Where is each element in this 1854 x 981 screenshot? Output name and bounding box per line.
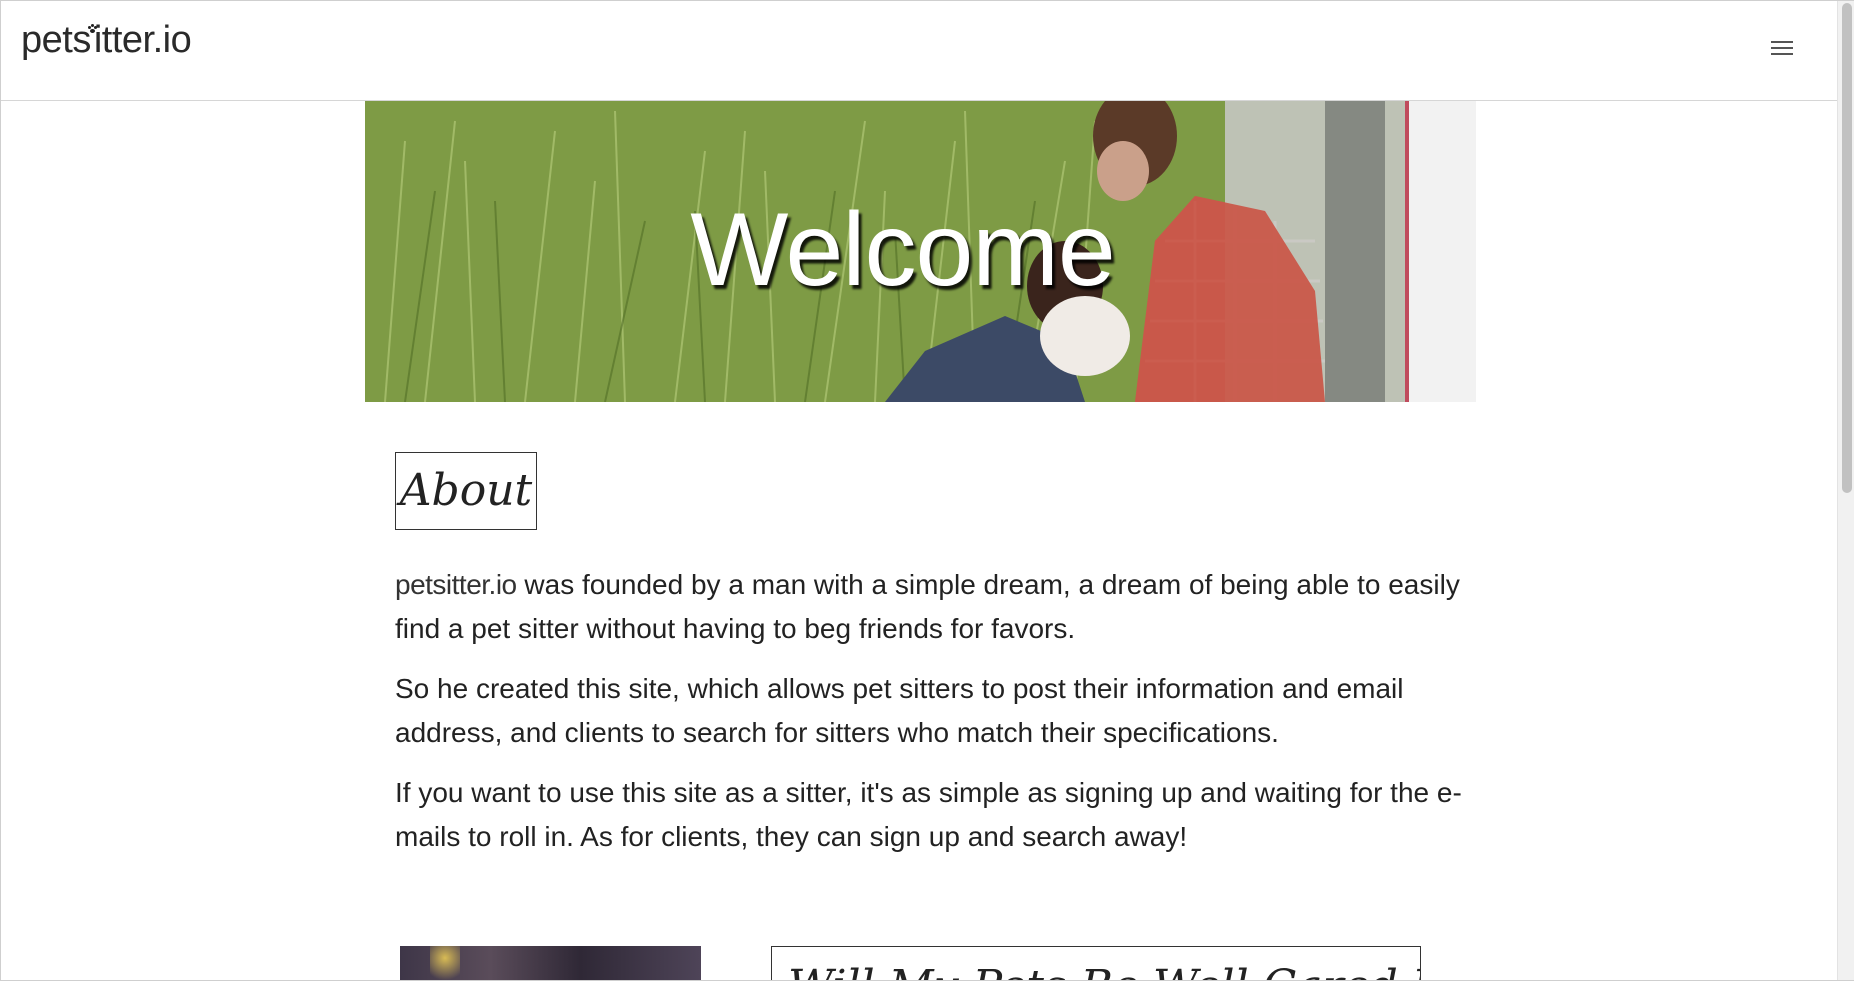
site-logo[interactable]: pets itter.io — [21, 19, 192, 61]
hero-title: Welcome — [690, 192, 1116, 308]
logo-text-start: pets — [21, 19, 91, 61]
about-paragraph-1: petsitter.io was founded by a man with a… — [395, 563, 1465, 651]
pets-care-card: Will My Pets Be Well Cared For? — [771, 946, 1421, 980]
navbar: pets itter.io — [1, 1, 1837, 101]
hero-banner: Welcome — [365, 101, 1476, 402]
pets-care-heading: Will My Pets Be Well Cared For? — [788, 961, 1420, 980]
about-text: petsitter.io was founded by a man with a… — [395, 563, 1465, 875]
logo-text-end: tter.io — [101, 19, 192, 61]
page: pets itter.io Welcome About petsitter.io… — [0, 0, 1854, 981]
scrollbar[interactable] — [1837, 1, 1854, 980]
paw-icon — [87, 24, 99, 34]
about-paragraph-1-text: was founded by a man with a simple dream… — [395, 569, 1460, 644]
about-paragraph-3: If you want to use this site as a sitter… — [395, 777, 1462, 852]
about-paragraph-2: So he created this site, which allows pe… — [395, 673, 1404, 748]
pet-photo-thumbnail — [400, 946, 701, 980]
inline-logo: petsitter.io — [395, 569, 517, 600]
scrollbar-thumb[interactable] — [1842, 3, 1852, 493]
hamburger-menu-icon[interactable] — [1771, 41, 1793, 57]
about-heading: About — [395, 452, 537, 530]
